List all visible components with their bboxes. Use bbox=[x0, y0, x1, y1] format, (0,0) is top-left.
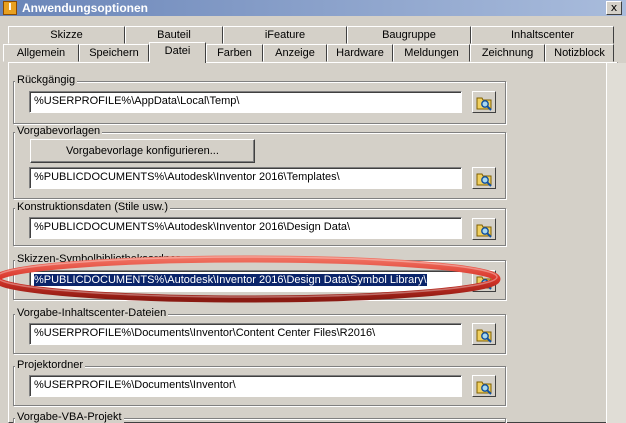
project-group-label: Projektordner bbox=[15, 359, 86, 371]
folder-search-icon bbox=[476, 381, 492, 395]
close-button[interactable]: x bbox=[606, 1, 622, 15]
symbol-library-group-label: Skizzen-Symbolbibliotheksordner bbox=[15, 253, 182, 265]
title-bar: I Anwendungsoptionen x bbox=[0, 0, 626, 16]
design-data-browse-button[interactable] bbox=[472, 218, 496, 240]
configure-template-button[interactable]: Vorgabevorlage konfigurieren... bbox=[30, 139, 255, 163]
project-path-field[interactable]: %USERPROFILE%\Documents\Inventor\ bbox=[29, 375, 462, 397]
templates-path-field[interactable]: %PUBLICDOCUMENTS%\Autodesk\Inventor 2016… bbox=[29, 167, 462, 189]
symbol-library-browse-button[interactable] bbox=[472, 270, 496, 292]
tab-datei[interactable]: Datei bbox=[149, 42, 206, 63]
tab-hardware[interactable]: Hardware bbox=[327, 44, 393, 62]
tab-farben[interactable]: Farben bbox=[206, 44, 263, 62]
tab-ifeature[interactable]: iFeature bbox=[223, 26, 347, 44]
window-title: Anwendungsoptionen bbox=[22, 1, 148, 15]
tab-skizze[interactable]: Skizze bbox=[8, 26, 125, 44]
tab-speichern[interactable]: Speichern bbox=[79, 44, 149, 62]
tab-zeichnung[interactable]: Zeichnung bbox=[470, 44, 545, 62]
project-path-text: %USERPROFILE%\Documents\Inventor\ bbox=[34, 379, 236, 391]
design-data-group-label: Konstruktionsdaten (Stile usw.) bbox=[15, 201, 171, 213]
tab-baugruppe[interactable]: Baugruppe bbox=[347, 26, 471, 44]
folder-search-icon bbox=[476, 97, 492, 111]
folder-search-icon bbox=[476, 329, 492, 343]
tab-inhaltscenter[interactable]: Inhaltscenter bbox=[471, 26, 614, 44]
content-center-path-text: %USERPROFILE%\Documents\Inventor\Content… bbox=[34, 327, 376, 339]
folder-search-icon bbox=[476, 173, 492, 187]
content-center-path-field[interactable]: %USERPROFILE%\Documents\Inventor\Content… bbox=[29, 323, 462, 345]
templates-path-text: %PUBLICDOCUMENTS%\Autodesk\Inventor 2016… bbox=[34, 171, 340, 183]
undo-group-label: Rückgängig bbox=[15, 74, 78, 86]
tab-meldungen[interactable]: Meldungen bbox=[393, 44, 470, 62]
folder-search-icon bbox=[476, 276, 492, 290]
undo-path-text: %USERPROFILE%\AppData\Local\Temp\ bbox=[34, 95, 240, 107]
templates-browse-button[interactable] bbox=[472, 167, 496, 189]
templates-group-label: Vorgabevorlagen bbox=[15, 125, 103, 137]
undo-path-field[interactable]: %USERPROFILE%\AppData\Local\Temp\ bbox=[29, 91, 462, 113]
content-center-group-label: Vorgabe-Inhaltscenter-Dateien bbox=[15, 307, 169, 319]
design-data-path-text: %PUBLICDOCUMENTS%\Autodesk\Inventor 2016… bbox=[34, 221, 351, 233]
tab-allgemein[interactable]: Allgemein bbox=[3, 44, 79, 62]
vertical-scrollbar[interactable] bbox=[606, 63, 626, 423]
undo-browse-button[interactable] bbox=[472, 91, 496, 113]
folder-search-icon bbox=[476, 224, 492, 238]
symbol-library-path-field[interactable]: %PUBLICDOCUMENTS%\Autodesk\Inventor 2016… bbox=[29, 270, 462, 292]
tab-notizblock[interactable]: Notizblock bbox=[545, 44, 614, 62]
symbol-library-path-text: %PUBLICDOCUMENTS%\Autodesk\Inventor 2016… bbox=[33, 273, 428, 287]
vba-group-label: Vorgabe-VBA-Projekt bbox=[15, 411, 124, 423]
tab-anzeige[interactable]: Anzeige bbox=[263, 44, 327, 62]
design-data-path-field[interactable]: %PUBLICDOCUMENTS%\Autodesk\Inventor 2016… bbox=[29, 217, 462, 239]
content-center-browse-button[interactable] bbox=[472, 323, 496, 345]
project-browse-button[interactable] bbox=[472, 375, 496, 397]
inventor-app-icon: I bbox=[3, 1, 17, 15]
